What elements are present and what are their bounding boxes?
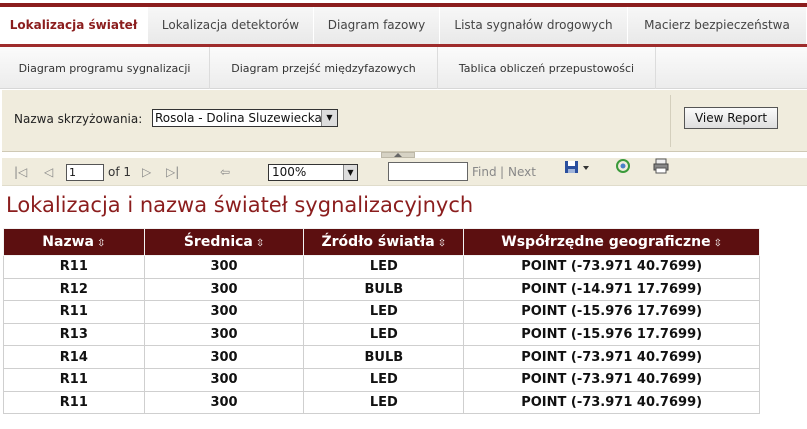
cell-srednica: 300 — [143, 390, 305, 415]
cell-wspolrzedne: POINT (-73.971 40.7699) — [463, 255, 760, 279]
column-header-srednica[interactable]: Średnica ⇳ — [143, 228, 305, 256]
cell-nazwa: R11 — [3, 367, 145, 392]
cell-zrodlo: LED — [303, 300, 465, 324]
print-icon[interactable] — [652, 157, 670, 185]
cell-srednica: 300 — [143, 322, 305, 347]
table-row: R14 300 BULB POINT (-73.971 40.7699) — [3, 345, 760, 369]
table-row: R12 300 BULB POINT (-14.971 17.7699) — [3, 277, 760, 302]
next-page-icon[interactable]: ▷ — [142, 158, 151, 186]
secondary-tab-bar: Diagram programu sygnalizacji Diagram pr… — [0, 47, 807, 89]
cell-wspolrzedne: POINT (-15.976 17.7699) — [463, 300, 760, 324]
cell-zrodlo: LED — [303, 367, 465, 392]
sort-icon[interactable]: ⇳ — [714, 238, 722, 249]
page-count: of 1 — [108, 165, 132, 179]
table-row: R11 300 LED POINT (-73.971 40.7699) — [3, 367, 760, 392]
zoom-value: 100% — [272, 165, 307, 179]
cell-zrodlo: BULB — [303, 345, 465, 369]
tab-macierz-bezpieczenstwa[interactable]: Macierz bezpieczeństwa — [628, 7, 807, 44]
find-separator: | — [500, 165, 505, 179]
tab-lokalizacja-swiatel[interactable]: Lokalizacja świateł — [0, 7, 148, 44]
tab-lokalizacja-detektorow[interactable]: Lokalizacja detektorów — [148, 7, 314, 44]
cell-zrodlo: BULB — [303, 277, 465, 302]
intersection-select[interactable]: Rosola - Dolina Sluzewiecka ▼ — [152, 109, 338, 127]
report-title: Lokalizacja i nazwa świateł sygnalizacyj… — [6, 193, 474, 217]
cell-zrodlo: LED — [303, 255, 465, 279]
cell-wspolrzedne: POINT (-15.976 17.7699) — [463, 322, 760, 347]
cell-wspolrzedne: POINT (-73.971 40.7699) — [463, 345, 760, 369]
sort-icon[interactable]: ⇳ — [97, 238, 105, 249]
cell-srednica: 300 — [143, 277, 305, 302]
cell-nazwa: R11 — [3, 390, 145, 415]
export-icon[interactable] — [564, 157, 592, 185]
cell-nazwa: R11 — [3, 255, 145, 279]
find-link[interactable]: Find — [472, 158, 497, 186]
cell-nazwa: R11 — [3, 300, 145, 324]
cell-wspolrzedne: POINT (-73.971 40.7699) — [463, 390, 760, 415]
cell-wspolrzedne: POINT (-73.971 40.7699) — [463, 367, 760, 392]
column-header-wspolrzedne[interactable]: Współrzędne geograficzne ⇳ — [463, 228, 760, 256]
column-header-zrodlo-swiatla[interactable]: Źródło światła ⇳ — [303, 228, 465, 256]
cell-nazwa: R14 — [3, 345, 145, 369]
cell-srednica: 300 — [143, 300, 305, 324]
intersection-select-value: Rosola - Dolina Sluzewiecka — [155, 111, 322, 125]
sort-icon[interactable]: ⇳ — [256, 238, 264, 249]
cell-nazwa: R12 — [3, 277, 145, 302]
chevron-down-icon[interactable]: ▼ — [343, 165, 357, 180]
intersection-label: Nazwa skrzyżowania: — [14, 112, 143, 126]
tab-diagram-przejsc[interactable]: Diagram przejść międzyfazowych — [210, 47, 438, 89]
cell-zrodlo: LED — [303, 322, 465, 347]
back-icon[interactable]: ⇦ — [220, 158, 230, 186]
sort-icon[interactable]: ⇳ — [438, 238, 446, 249]
column-label: Współrzędne geograficzne — [501, 234, 711, 250]
previous-page-icon[interactable]: ◁ — [44, 158, 53, 186]
cell-zrodlo: LED — [303, 390, 465, 415]
cell-srednica: 300 — [143, 255, 305, 279]
table-row: R11 300 LED POINT (-73.971 40.7699) — [3, 255, 760, 279]
column-label: Nazwa — [42, 234, 94, 250]
cell-wspolrzedne: POINT (-14.971 17.7699) — [463, 277, 760, 302]
last-page-icon[interactable]: ▷| — [166, 158, 179, 186]
table-row: R13 300 LED POINT (-15.976 17.7699) — [3, 322, 760, 347]
column-label: Źródło światła — [321, 234, 435, 250]
cell-srednica: 300 — [143, 367, 305, 392]
chevron-down-icon[interactable]: ▼ — [321, 110, 337, 126]
tab-tablica-obliczen[interactable]: Tablica obliczeń przepustowości — [438, 47, 656, 89]
cell-nazwa: R13 — [3, 322, 145, 347]
zoom-select[interactable]: 100% ▼ — [268, 164, 358, 181]
tab-lista-sygnalow[interactable]: Lista sygnałów drogowych — [440, 7, 628, 44]
find-next-link[interactable]: Next — [508, 158, 536, 186]
table-row: R11 300 LED POINT (-15.976 17.7699) — [3, 300, 760, 324]
refresh-icon[interactable] — [614, 157, 632, 185]
report-table: Nazwa ⇳ Średnica ⇳ Źródło światła ⇳ Współrz… — [3, 228, 760, 415]
column-label: Średnica — [183, 234, 253, 250]
primary-tab-bar: Lokalizacja świateł Lokalizacja detektor… — [0, 0, 807, 47]
collapse-up-icon — [394, 153, 402, 157]
table-row: R11 300 LED POINT (-73.971 40.7699) — [3, 390, 760, 415]
find-input[interactable] — [388, 162, 468, 181]
report-parameters-panel: Nazwa skrzyżowania: Rosola - Dolina Sluz… — [2, 90, 807, 152]
view-report-button[interactable]: View Report — [684, 107, 778, 129]
column-header-nazwa[interactable]: Nazwa ⇳ — [3, 228, 145, 256]
tab-diagram-fazowy[interactable]: Diagram fazowy — [314, 7, 440, 44]
page-number-input[interactable]: 1 — [66, 164, 104, 181]
first-page-icon[interactable]: |◁ — [14, 158, 27, 186]
tab-diagram-programu[interactable]: Diagram programu sygnalizacji — [0, 47, 210, 89]
report-toolbar: |◁ ◁ 1 of 1 ▷ ▷| ⇦ 100% ▼ Find | Next — [2, 158, 807, 186]
cell-srednica: 300 — [143, 345, 305, 369]
table-header-row: Nazwa ⇳ Średnica ⇳ Źródło światła ⇳ Współrz… — [3, 228, 760, 256]
params-divider — [670, 95, 671, 147]
